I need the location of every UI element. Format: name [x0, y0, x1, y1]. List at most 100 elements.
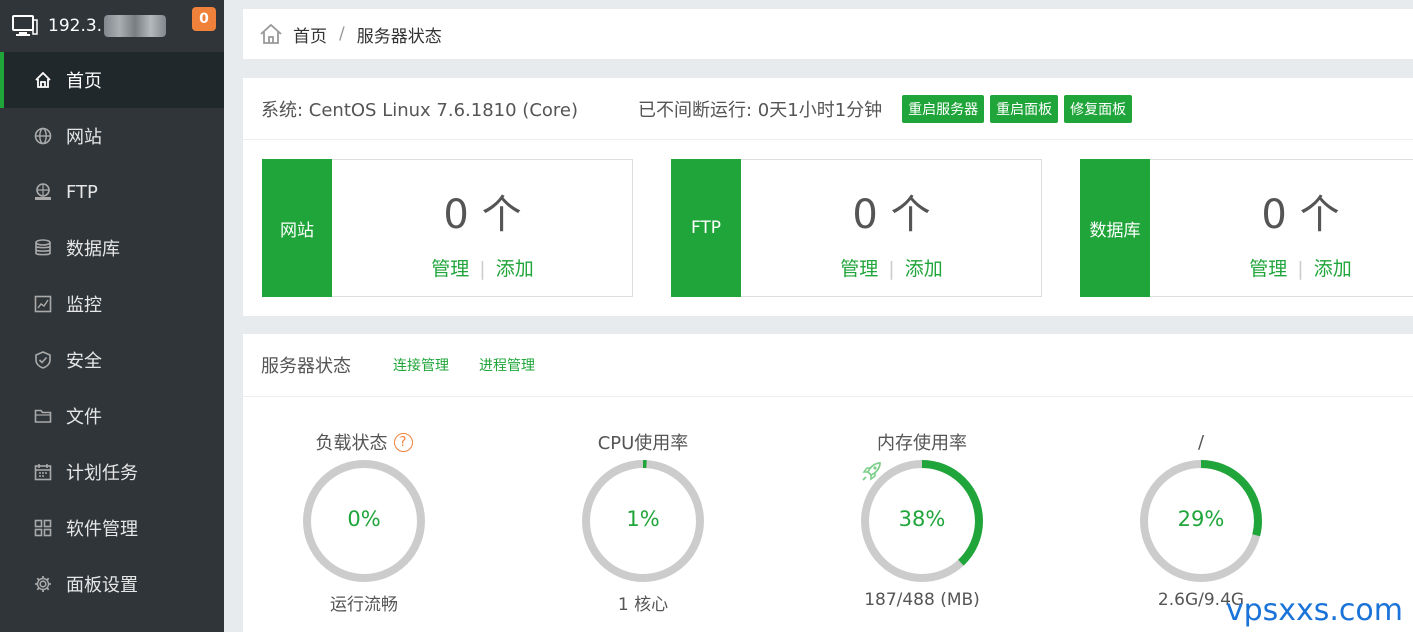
sidebar-item-software[interactable]: 软件管理: [0, 500, 224, 556]
home-icon: [35, 71, 51, 88]
sidebar-item-label: 监控: [66, 295, 102, 316]
help-icon[interactable]: ?: [393, 432, 413, 452]
stat-count: 0 个: [852, 192, 931, 238]
sidebar-item-ftp[interactable]: FTP: [0, 164, 224, 220]
server-status-title: 服务器状态: [261, 356, 351, 377]
stat-count: 0 个: [443, 192, 522, 238]
home-icon[interactable]: [259, 22, 283, 46]
sidebar-item-home[interactable]: 首页: [0, 52, 224, 108]
sidebar-nav: 首页 网站 FTP 数据库 监控 安全 文件 计划任务 软件管理 面板设置: [0, 52, 224, 612]
stat-tag: FTP: [671, 159, 741, 297]
gauge-label-row: CPU使用率: [543, 430, 743, 454]
sidebar-item-label: 文件: [66, 407, 102, 428]
gauge-label-row: 内存使用率: [822, 430, 1022, 454]
overview-card: 系统: CentOS Linux 7.6.1810 (Core) 已不间断运行:…: [243, 78, 1413, 316]
shield-icon: [35, 351, 51, 369]
gauge-subtext: 运行流畅: [330, 595, 398, 615]
stat-tag: 网站: [262, 159, 332, 297]
manage-database-link[interactable]: 管理: [1249, 258, 1287, 280]
gauge-percent: 1%: [626, 507, 660, 531]
link-divider: |: [479, 258, 486, 280]
stat-website: 网站 0 个 管理 | 添加: [262, 159, 633, 297]
sidebar-item-label: 网站: [66, 127, 102, 148]
add-ftp-link[interactable]: 添加: [905, 258, 943, 280]
gauge-ring: 1%: [580, 458, 706, 584]
sidebar-item-monitor[interactable]: 监控: [0, 276, 224, 332]
gauge-ring: 0%: [301, 458, 427, 584]
system-info: 系统: CentOS Linux 7.6.1810 (Core) 已不间断运行:…: [243, 78, 1413, 140]
sidebar-item-label: FTP: [66, 181, 98, 203]
gauge-disk[interactable]: / 29% 2.6G/9.4G: [1101, 430, 1301, 610]
calendar-icon: [34, 464, 52, 481]
add-database-link[interactable]: 添加: [1314, 258, 1352, 280]
gauge-label-row: /: [1101, 430, 1301, 454]
add-website-link[interactable]: 添加: [496, 258, 534, 280]
gauge-percent: 38%: [898, 507, 946, 531]
sidebar: 192.3. 0 首页 网站 FTP 数据库 监控 安全 文件 计划任务 软件管…: [0, 0, 224, 632]
gauge-label: CPU使用率: [597, 433, 689, 454]
ftp-icon: [35, 183, 51, 200]
sidebar-item-label: 软件管理: [66, 519, 138, 540]
gauge-subtext: 187/488 (MB): [864, 590, 980, 610]
monitor-icon: [34, 295, 52, 313]
gear-icon: [35, 576, 51, 592]
sidebar-item-files[interactable]: 文件: [0, 388, 224, 444]
sidebar-item-label: 面板设置: [66, 575, 138, 596]
breadcrumb-home[interactable]: 首页: [293, 22, 327, 47]
link-divider: |: [1297, 258, 1304, 280]
server-status-card: 服务器状态 连接管理 进程管理 负载状态 ? 0% 运行流畅 CPU使用率 1%: [243, 334, 1413, 632]
server-header[interactable]: 192.3. 0: [0, 0, 224, 52]
sidebar-item-label: 数据库: [66, 239, 120, 260]
sidebar-item-settings[interactable]: 面板设置: [0, 556, 224, 612]
link-divider: |: [888, 258, 895, 280]
sidebar-item-database[interactable]: 数据库: [0, 220, 224, 276]
globe-icon: [34, 127, 52, 145]
sidebar-item-website[interactable]: 网站: [0, 108, 224, 164]
ip-redaction: [104, 15, 167, 37]
manage-website-link[interactable]: 管理: [431, 258, 469, 280]
stat-count: 0 个: [1261, 192, 1340, 238]
breadcrumb: 首页 / 服务器状态: [243, 9, 1413, 59]
server-status-header: 服务器状态 连接管理 进程管理: [243, 334, 1413, 397]
gauge-label-row: 负载状态 ?: [264, 430, 464, 454]
gauge-label: 内存使用率: [877, 433, 967, 454]
gauge-memory[interactable]: 内存使用率 38% 187/488 (MB): [822, 430, 1022, 610]
gauge-cpu[interactable]: CPU使用率 1% 1 核心: [543, 430, 743, 615]
restart-panel-button[interactable]: 重启面板: [990, 94, 1059, 123]
uptime-info: 已不间断运行: 0天1小时1分钟: [638, 99, 883, 121]
gauge-ring: 38%: [859, 458, 985, 584]
gauge-label: 负载状态: [315, 433, 388, 454]
stat-links: 管理 | 添加: [1151, 254, 1413, 281]
server-ip: 192.3.: [48, 16, 103, 36]
gauge-percent: 29%: [1177, 507, 1225, 531]
gauge-ring: 29%: [1138, 458, 1264, 584]
breadcrumb-separator: /: [339, 24, 345, 44]
stat-ftp: FTP 0 个 管理 | 添加: [671, 159, 1042, 297]
computer-icon: [12, 15, 38, 36]
stat-links: 管理 | 添加: [333, 254, 632, 281]
sidebar-item-cron[interactable]: 计划任务: [0, 444, 224, 500]
gauge-load[interactable]: 负载状态 ? 0% 运行流畅: [264, 430, 464, 615]
sidebar-item-label: 安全: [66, 351, 102, 372]
sidebar-item-label: 计划任务: [66, 463, 138, 484]
sidebar-item-security[interactable]: 安全: [0, 332, 224, 388]
notice-badge[interactable]: 0: [192, 7, 216, 31]
folder-icon: [34, 409, 52, 423]
manage-ftp-link[interactable]: 管理: [840, 258, 878, 280]
restart-server-button[interactable]: 重启服务器: [902, 94, 985, 123]
stat-database: 数据库 0 个 管理 | 添加: [1080, 159, 1413, 297]
repair-panel-button[interactable]: 修复面板: [1064, 94, 1133, 123]
apps-icon: [34, 519, 52, 537]
breadcrumb-current: 服务器状态: [356, 26, 442, 47]
sidebar-item-label: 首页: [66, 71, 102, 92]
process-manage-link[interactable]: 进程管理: [479, 355, 535, 375]
stat-tag: 数据库: [1080, 159, 1150, 297]
connection-manage-link[interactable]: 连接管理: [393, 355, 449, 375]
stat-links: 管理 | 添加: [742, 254, 1041, 281]
gauge-subtext: 1 核心: [617, 595, 669, 615]
database-icon: [35, 239, 51, 256]
gauge-percent: 0%: [347, 507, 381, 531]
rocket-icon[interactable]: [859, 458, 885, 484]
watermark: vpsxxs.com: [1225, 593, 1403, 628]
gauge-label: /: [1197, 431, 1205, 453]
